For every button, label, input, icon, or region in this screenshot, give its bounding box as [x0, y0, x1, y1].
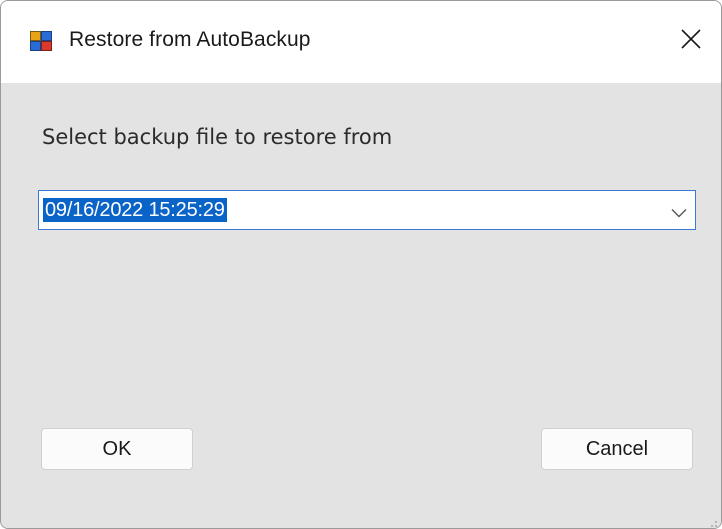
window-title: Restore from AutoBackup	[69, 28, 311, 51]
resize-grip-icon[interactable]	[708, 515, 718, 527]
dialog-body: Select backup file to restore from 09/16…	[1, 83, 721, 528]
close-icon	[681, 29, 701, 49]
ok-button[interactable]: OK	[41, 428, 193, 470]
app-window-icon	[30, 31, 52, 51]
backup-file-select[interactable]: 09/16/2022 15:25:29	[38, 190, 696, 230]
backup-prompt-label: Select backup file to restore from	[42, 125, 393, 149]
cancel-button[interactable]: Cancel	[541, 428, 693, 470]
restore-dialog-window: Restore from AutoBackup Select backup fi…	[0, 0, 722, 529]
backup-file-selected-value: 09/16/2022 15:25:29	[43, 198, 227, 222]
title-bar[interactable]: Restore from AutoBackup	[1, 1, 721, 83]
close-button[interactable]	[659, 1, 721, 79]
chevron-down-icon[interactable]	[671, 205, 687, 218]
